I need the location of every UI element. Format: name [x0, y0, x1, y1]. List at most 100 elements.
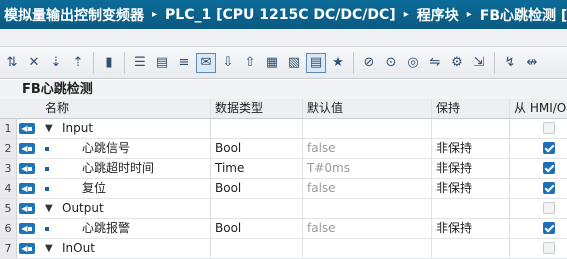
- section-name[interactable]: Input: [62, 119, 93, 138]
- table-row[interactable]: 5 ◀▪ ▼ Output: [0, 199, 567, 219]
- column-divider: [431, 139, 432, 158]
- go-offline-icon[interactable]: ↮: [522, 53, 542, 73]
- variable-type[interactable]: Bool: [215, 139, 241, 158]
- variable-bullet-icon: [45, 147, 49, 151]
- column-divider: [431, 199, 432, 218]
- table-row[interactable]: 6 ◀▪ 心跳报警 Bool false 非保持: [0, 219, 567, 239]
- comment-icon[interactable]: ✉: [196, 52, 216, 73]
- table-row[interactable]: 7 ◀▪ ▼ InOut: [0, 239, 567, 259]
- row-number: 1: [0, 119, 17, 138]
- interface-icon: ◀▪: [19, 163, 35, 174]
- breadcrumb-project[interactable]: 模拟量输出控制变频器: [4, 5, 144, 25]
- hmi-checkbox[interactable]: [543, 142, 555, 154]
- column-divider: [509, 239, 510, 258]
- column-divider: [210, 219, 211, 238]
- variable-name[interactable]: 心跳超时时间: [82, 159, 154, 178]
- list-icon[interactable]: ≡: [174, 53, 194, 73]
- interface-icon: ◀▪: [19, 243, 35, 254]
- hmi-checkbox: [543, 122, 555, 134]
- table-row[interactable]: 3 ◀▪ 心跳超时时间 Time T#0ms 非保持: [0, 159, 567, 179]
- variable-default[interactable]: false: [307, 139, 336, 158]
- delete-icon[interactable]: ✕: [24, 53, 44, 73]
- column-divider: [509, 139, 510, 158]
- monitor-all-icon[interactable]: ⇅: [2, 53, 22, 73]
- collapse-triangle-icon[interactable]: ▼: [45, 239, 53, 258]
- column-divider: [509, 219, 510, 238]
- table-row[interactable]: 1 ◀▪ ▼ Input: [0, 119, 567, 139]
- section-name[interactable]: Output: [62, 199, 104, 218]
- variable-name[interactable]: 复位: [82, 179, 106, 198]
- watch-icon[interactable]: ◎: [403, 53, 423, 73]
- variable-retain[interactable]: 非保持: [436, 159, 472, 178]
- table-row[interactable]: 4 ◀▪ 复位 Bool false 非保持: [0, 179, 567, 199]
- header-hmi[interactable]: 从 HMI/OPC: [514, 99, 567, 118]
- column-divider: [210, 199, 211, 218]
- variable-retain[interactable]: 非保持: [436, 179, 472, 198]
- download-icon[interactable]: ⇩: [218, 53, 238, 73]
- column-divider: [302, 239, 303, 258]
- variable-name[interactable]: 心跳报警: [82, 219, 130, 238]
- row-number: 7: [0, 239, 17, 258]
- align-center-icon[interactable]: ▤: [152, 53, 172, 73]
- collapse-triangle-icon[interactable]: ▼: [45, 199, 53, 218]
- export-icon[interactable]: ⇲: [469, 53, 489, 73]
- align-left-icon[interactable]: ☰: [130, 53, 150, 73]
- column-divider: [302, 199, 303, 218]
- hmi-checkbox: [543, 202, 555, 214]
- variable-default[interactable]: false: [307, 179, 336, 198]
- column-divider: [210, 179, 211, 198]
- settings-icon[interactable]: ⚙: [447, 53, 467, 73]
- hmi-checkbox: [543, 242, 555, 254]
- toolbar-separator: [494, 51, 495, 74]
- variable-type[interactable]: Time: [215, 159, 244, 178]
- online-icon[interactable]: ⊙: [381, 53, 401, 73]
- header-retain[interactable]: 保持: [436, 99, 460, 118]
- star-icon[interactable]: ★: [328, 53, 348, 73]
- column-divider: [302, 219, 303, 238]
- diagnose-icon[interactable]: ⊘: [359, 53, 379, 73]
- upload-icon[interactable]: ⇧: [240, 53, 260, 73]
- column-divider: [431, 99, 432, 118]
- hmi-checkbox[interactable]: [543, 222, 555, 234]
- debug-icon[interactable]: ▮: [99, 53, 119, 73]
- collapse-triangle-icon[interactable]: ▼: [45, 119, 53, 138]
- hmi-checkbox[interactable]: [543, 182, 555, 194]
- header-type[interactable]: 数据类型: [215, 99, 263, 118]
- variable-bullet-icon: [45, 167, 49, 171]
- row-number: 3: [0, 159, 17, 178]
- breadcrumb-plc[interactable]: PLC_1 [CPU 1215C DC/DC/DC]: [165, 7, 396, 23]
- variable-bullet-icon: [45, 227, 49, 231]
- variable-default[interactable]: false: [307, 219, 336, 238]
- insert-row-icon[interactable]: ⇣: [46, 53, 66, 73]
- variable-type[interactable]: Bool: [215, 179, 241, 198]
- variable-name[interactable]: 心跳信号: [82, 139, 130, 158]
- interface-icon: ◀▪: [19, 123, 35, 134]
- interface-icon: ◀▪: [19, 203, 35, 214]
- interface-icon: ◀▪: [19, 143, 35, 154]
- go-online-icon[interactable]: ↯: [500, 53, 520, 73]
- column-divider: [302, 99, 303, 118]
- header-default[interactable]: 默认值: [307, 99, 343, 118]
- row-number: 5: [0, 199, 17, 218]
- upload-snapshot-icon[interactable]: ▧: [284, 53, 304, 73]
- interface-table: 名称 数据类型 默认值 保持 从 HMI/OPC 1 ◀▪ ▼ Input 2 …: [0, 99, 567, 259]
- header-name[interactable]: 名称: [45, 99, 69, 118]
- variable-default[interactable]: T#0ms: [307, 159, 350, 178]
- breadcrumb-program-blocks[interactable]: 程序块: [417, 5, 459, 25]
- variable-type[interactable]: Bool: [215, 219, 241, 238]
- properties-icon[interactable]: ▤: [306, 52, 326, 73]
- table-row[interactable]: 2 ◀▪ 心跳信号 Bool false 非保持: [0, 139, 567, 159]
- variable-retain[interactable]: 非保持: [436, 219, 472, 238]
- compare-icon[interactable]: ⇋: [425, 53, 445, 73]
- snapshot-icon[interactable]: ▦: [262, 53, 282, 73]
- hmi-checkbox[interactable]: [543, 162, 555, 174]
- breadcrumb: 模拟量输出控制变频器 ▸ PLC_1 [CPU 1215C DC/DC/DC] …: [0, 0, 567, 29]
- column-divider: [302, 179, 303, 198]
- column-divider: [302, 139, 303, 158]
- breadcrumb-block[interactable]: FB心跳检测 [FB1: [480, 5, 567, 25]
- variable-retain[interactable]: 非保持: [436, 139, 472, 158]
- column-divider: [431, 179, 432, 198]
- interface-icon: ◀▪: [19, 183, 35, 194]
- section-name[interactable]: InOut: [62, 239, 95, 258]
- add-row-icon[interactable]: ⇡: [68, 53, 88, 73]
